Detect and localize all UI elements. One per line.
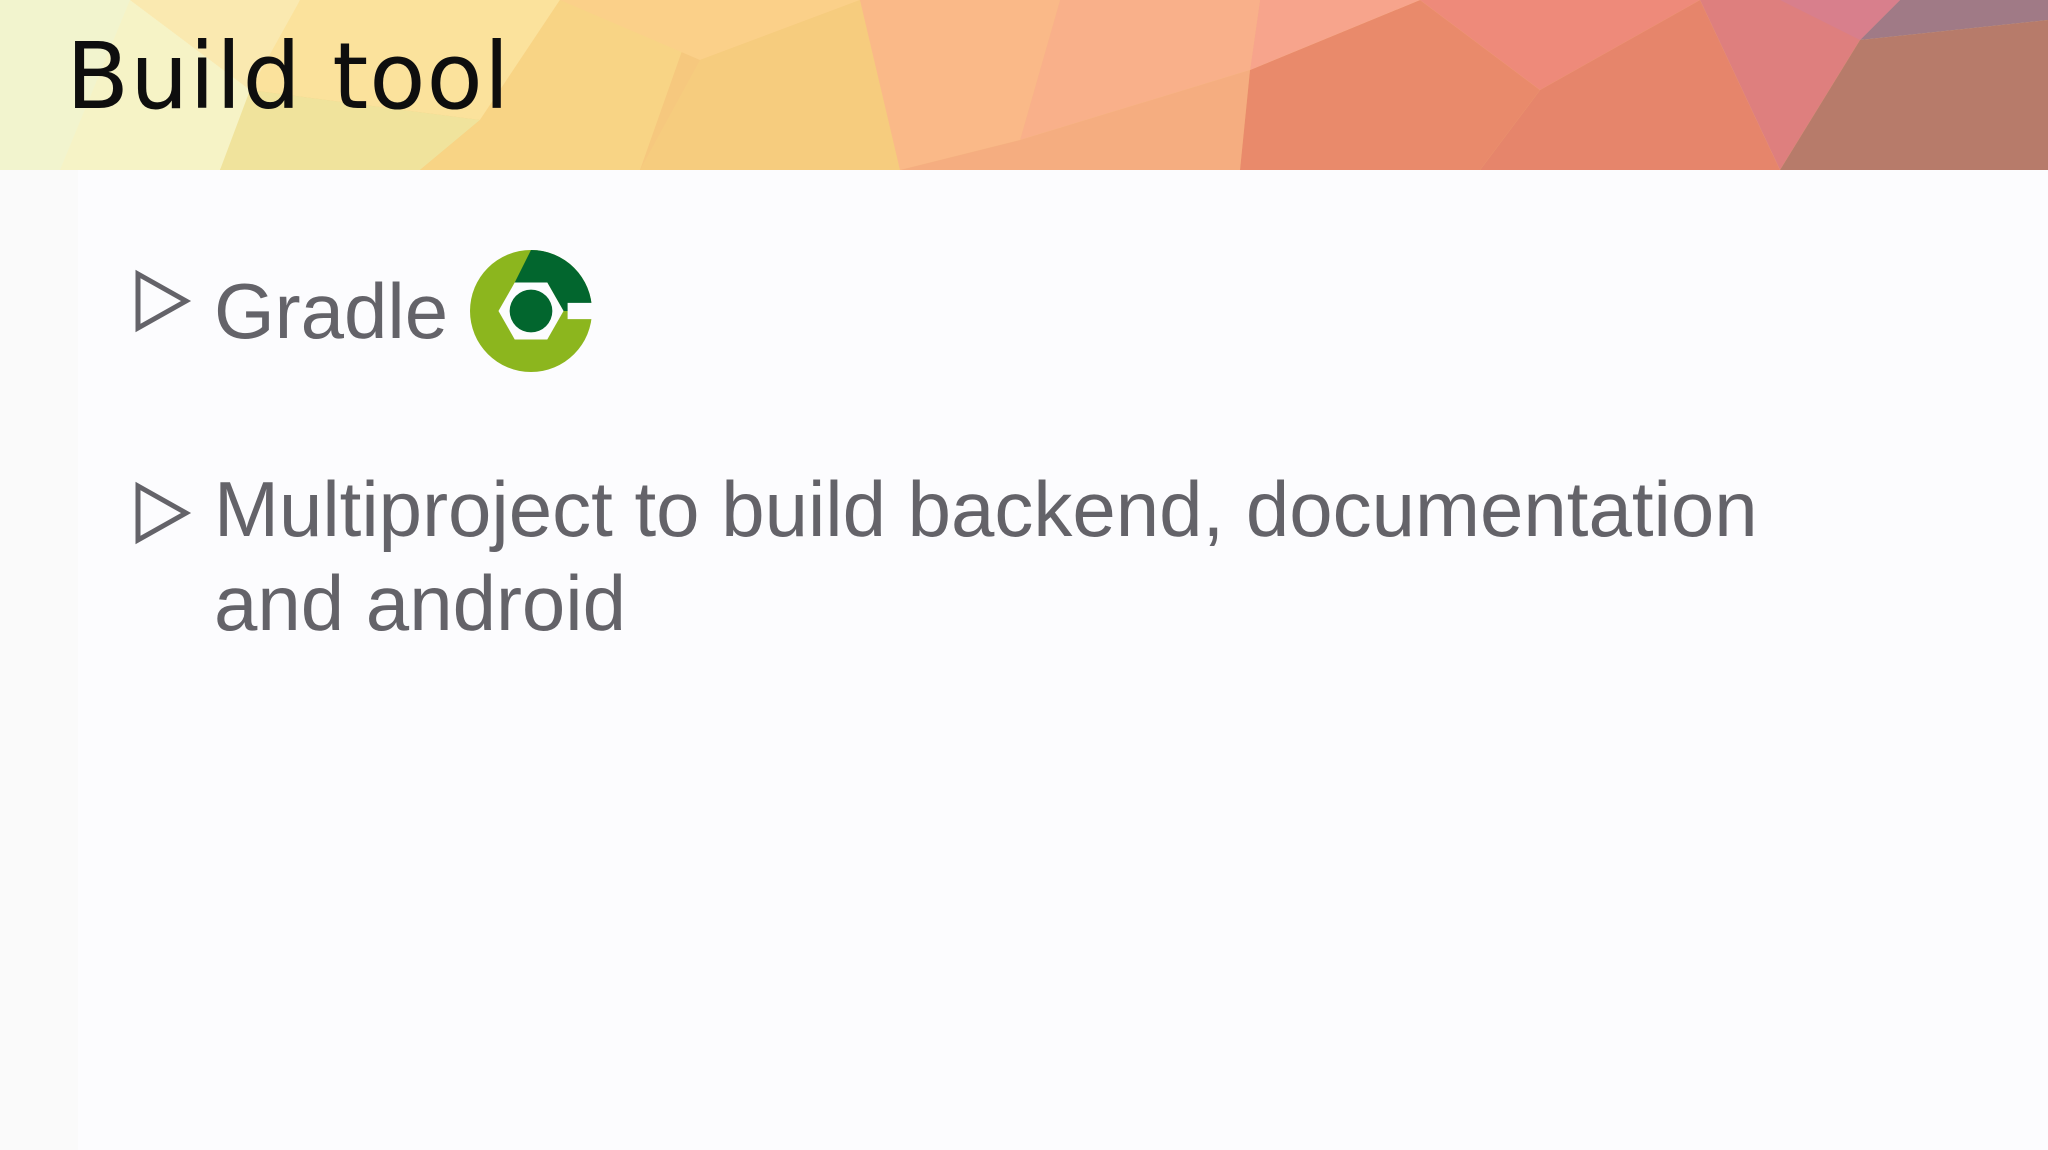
header-banner: Build tool bbox=[0, 0, 2048, 170]
gradle-logo-icon bbox=[470, 250, 593, 372]
bullet-item-gradle: Gradle bbox=[130, 250, 1930, 372]
bullet-text: Multiproject to build backend, documenta… bbox=[214, 465, 1758, 647]
bullet-list: Gradle Multiproject to build backend, do… bbox=[130, 250, 1930, 740]
slide-side-band bbox=[0, 170, 78, 1150]
bullet-row: Gradle bbox=[214, 250, 593, 372]
slide: Build tool Gradle Multiproject to build … bbox=[0, 0, 2048, 1150]
bullet-item-multiproject: Multiproject to build backend, documenta… bbox=[130, 462, 1930, 650]
bullet-text: Gradle bbox=[214, 267, 449, 355]
triangle-bullet-icon bbox=[135, 269, 192, 333]
slide-title: Build tool bbox=[66, 23, 511, 130]
triangle-bullet-icon bbox=[135, 481, 192, 545]
